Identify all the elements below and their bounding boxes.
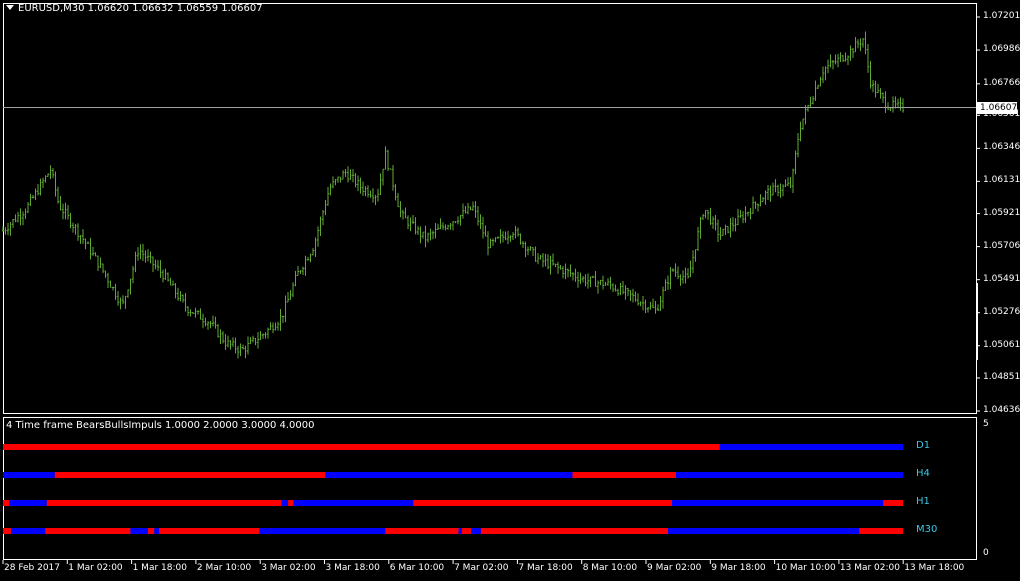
y-tick-label: 1.05706: [983, 240, 1020, 251]
indicator-segment-bear: [45, 528, 131, 534]
x-tick-label: 9 Mar 02:00: [647, 563, 702, 573]
indicator-segment-bear: [159, 528, 260, 534]
indicator-segment-bear: [54, 472, 326, 478]
y-tick-label: 1.06986: [983, 44, 1020, 55]
x-tick-label: 1 Mar 18:00: [132, 563, 187, 573]
y-tick-label: 1.04636: [983, 405, 1020, 415]
x-tick-label: 13 Mar 18:00: [904, 563, 965, 573]
indicator-segment-bear: [3, 500, 10, 506]
x-tick-label: 7 Mar 02:00: [454, 563, 509, 573]
indicator-panel-frame: [3, 417, 977, 560]
y-tick-label: 1.05276: [983, 306, 1020, 317]
chart-axes: [2, 3, 980, 564]
x-tick-label: 9 Mar 18:00: [711, 563, 766, 573]
y-tick-label: 1.06561: [983, 109, 1020, 120]
x-tick-label: 8 Mar 10:00: [582, 563, 638, 573]
indicator-segment-bear: [385, 528, 459, 534]
indicator-segment-bear: [147, 528, 155, 534]
x-tick-label: 3 Mar 02:00: [261, 563, 316, 573]
indicator-segment-bull: [325, 472, 573, 478]
indicator-segment-bear: [461, 528, 472, 534]
indicator-segment-bear: [3, 528, 11, 534]
y-tick-label: 1.07201: [983, 11, 1020, 21]
x-tick-label: 13 Mar 02:00: [839, 563, 900, 573]
indicator-segment-bull: [668, 528, 860, 534]
indicator-segment-bear: [46, 500, 282, 506]
indicator-segment-bull: [719, 444, 903, 450]
x-tick-label: 7 Mar 18:00: [518, 563, 573, 573]
indicator-scale-top: 5: [983, 419, 989, 429]
indicator-segment-bear: [413, 500, 673, 506]
symbol-header-text: EURUSD,M30 1.06620 1.06632 1.06559 1.066…: [18, 3, 263, 14]
indicator-scale-bottom: 0: [983, 548, 989, 558]
indicator-segment-bull: [3, 472, 55, 478]
indicator-segment-bull: [458, 528, 462, 534]
indicator-header: 4 Time frame BearsBullsImpuls 1.0000 2.0…: [6, 420, 315, 431]
x-tick-label: 10 Mar 10:00: [775, 563, 836, 573]
chart-canvas[interactable]: [0, 0, 1020, 581]
indicator-segment-bear: [480, 528, 669, 534]
y-tick-label: 1.05921: [983, 207, 1020, 218]
indicator-segment-bull: [281, 500, 289, 506]
indicator-segment-bear: [3, 444, 720, 450]
y-tick-label: 1.05061: [983, 339, 1020, 350]
indicator-segment-bull: [9, 500, 47, 506]
indicator-segment-bear: [859, 528, 903, 534]
indicator-segment-bull: [471, 528, 481, 534]
indicator-segment-bull: [10, 528, 46, 534]
timeframe-label: M30: [916, 524, 938, 535]
indicator-segment-bear: [572, 472, 677, 478]
timeframe-label: D1: [916, 440, 931, 451]
price-bars: [2, 31, 904, 359]
indicator-segment-bear: [883, 500, 903, 506]
y-tick-label: 1.06131: [983, 175, 1020, 186]
timeframe-label: H1: [916, 496, 930, 507]
indicator-segment-bull: [293, 500, 414, 506]
indicator-segment-bull: [130, 528, 148, 534]
indicator-segment-bull: [154, 528, 160, 534]
indicator-segment-bull: [259, 528, 386, 534]
x-tick-label: 3 Mar 18:00: [325, 563, 380, 573]
x-tick-label: 1 Mar 02:00: [68, 563, 123, 573]
y-tick-label: 1.06346: [983, 142, 1020, 153]
y-tick-label: 1.06766: [983, 77, 1020, 88]
indicator-segment-bull: [672, 500, 884, 506]
indicator-segment-bear: [288, 500, 294, 506]
timeframe-label: H4: [916, 468, 930, 479]
symbol-header: EURUSD,M30 1.06620 1.06632 1.06559 1.066…: [6, 3, 263, 14]
chevron-down-icon[interactable]: [6, 5, 14, 10]
y-tick-label: 1.05491: [983, 273, 1020, 284]
indicator-rows: [3, 444, 903, 534]
x-tick-label: 28 Feb 2017: [4, 563, 61, 573]
indicator-segment-bull: [676, 472, 903, 478]
x-tick-label: 2 Mar 10:00: [196, 563, 252, 573]
y-tick-label: 1.04851: [983, 371, 1020, 382]
x-tick-label: 6 Mar 10:00: [389, 563, 445, 573]
